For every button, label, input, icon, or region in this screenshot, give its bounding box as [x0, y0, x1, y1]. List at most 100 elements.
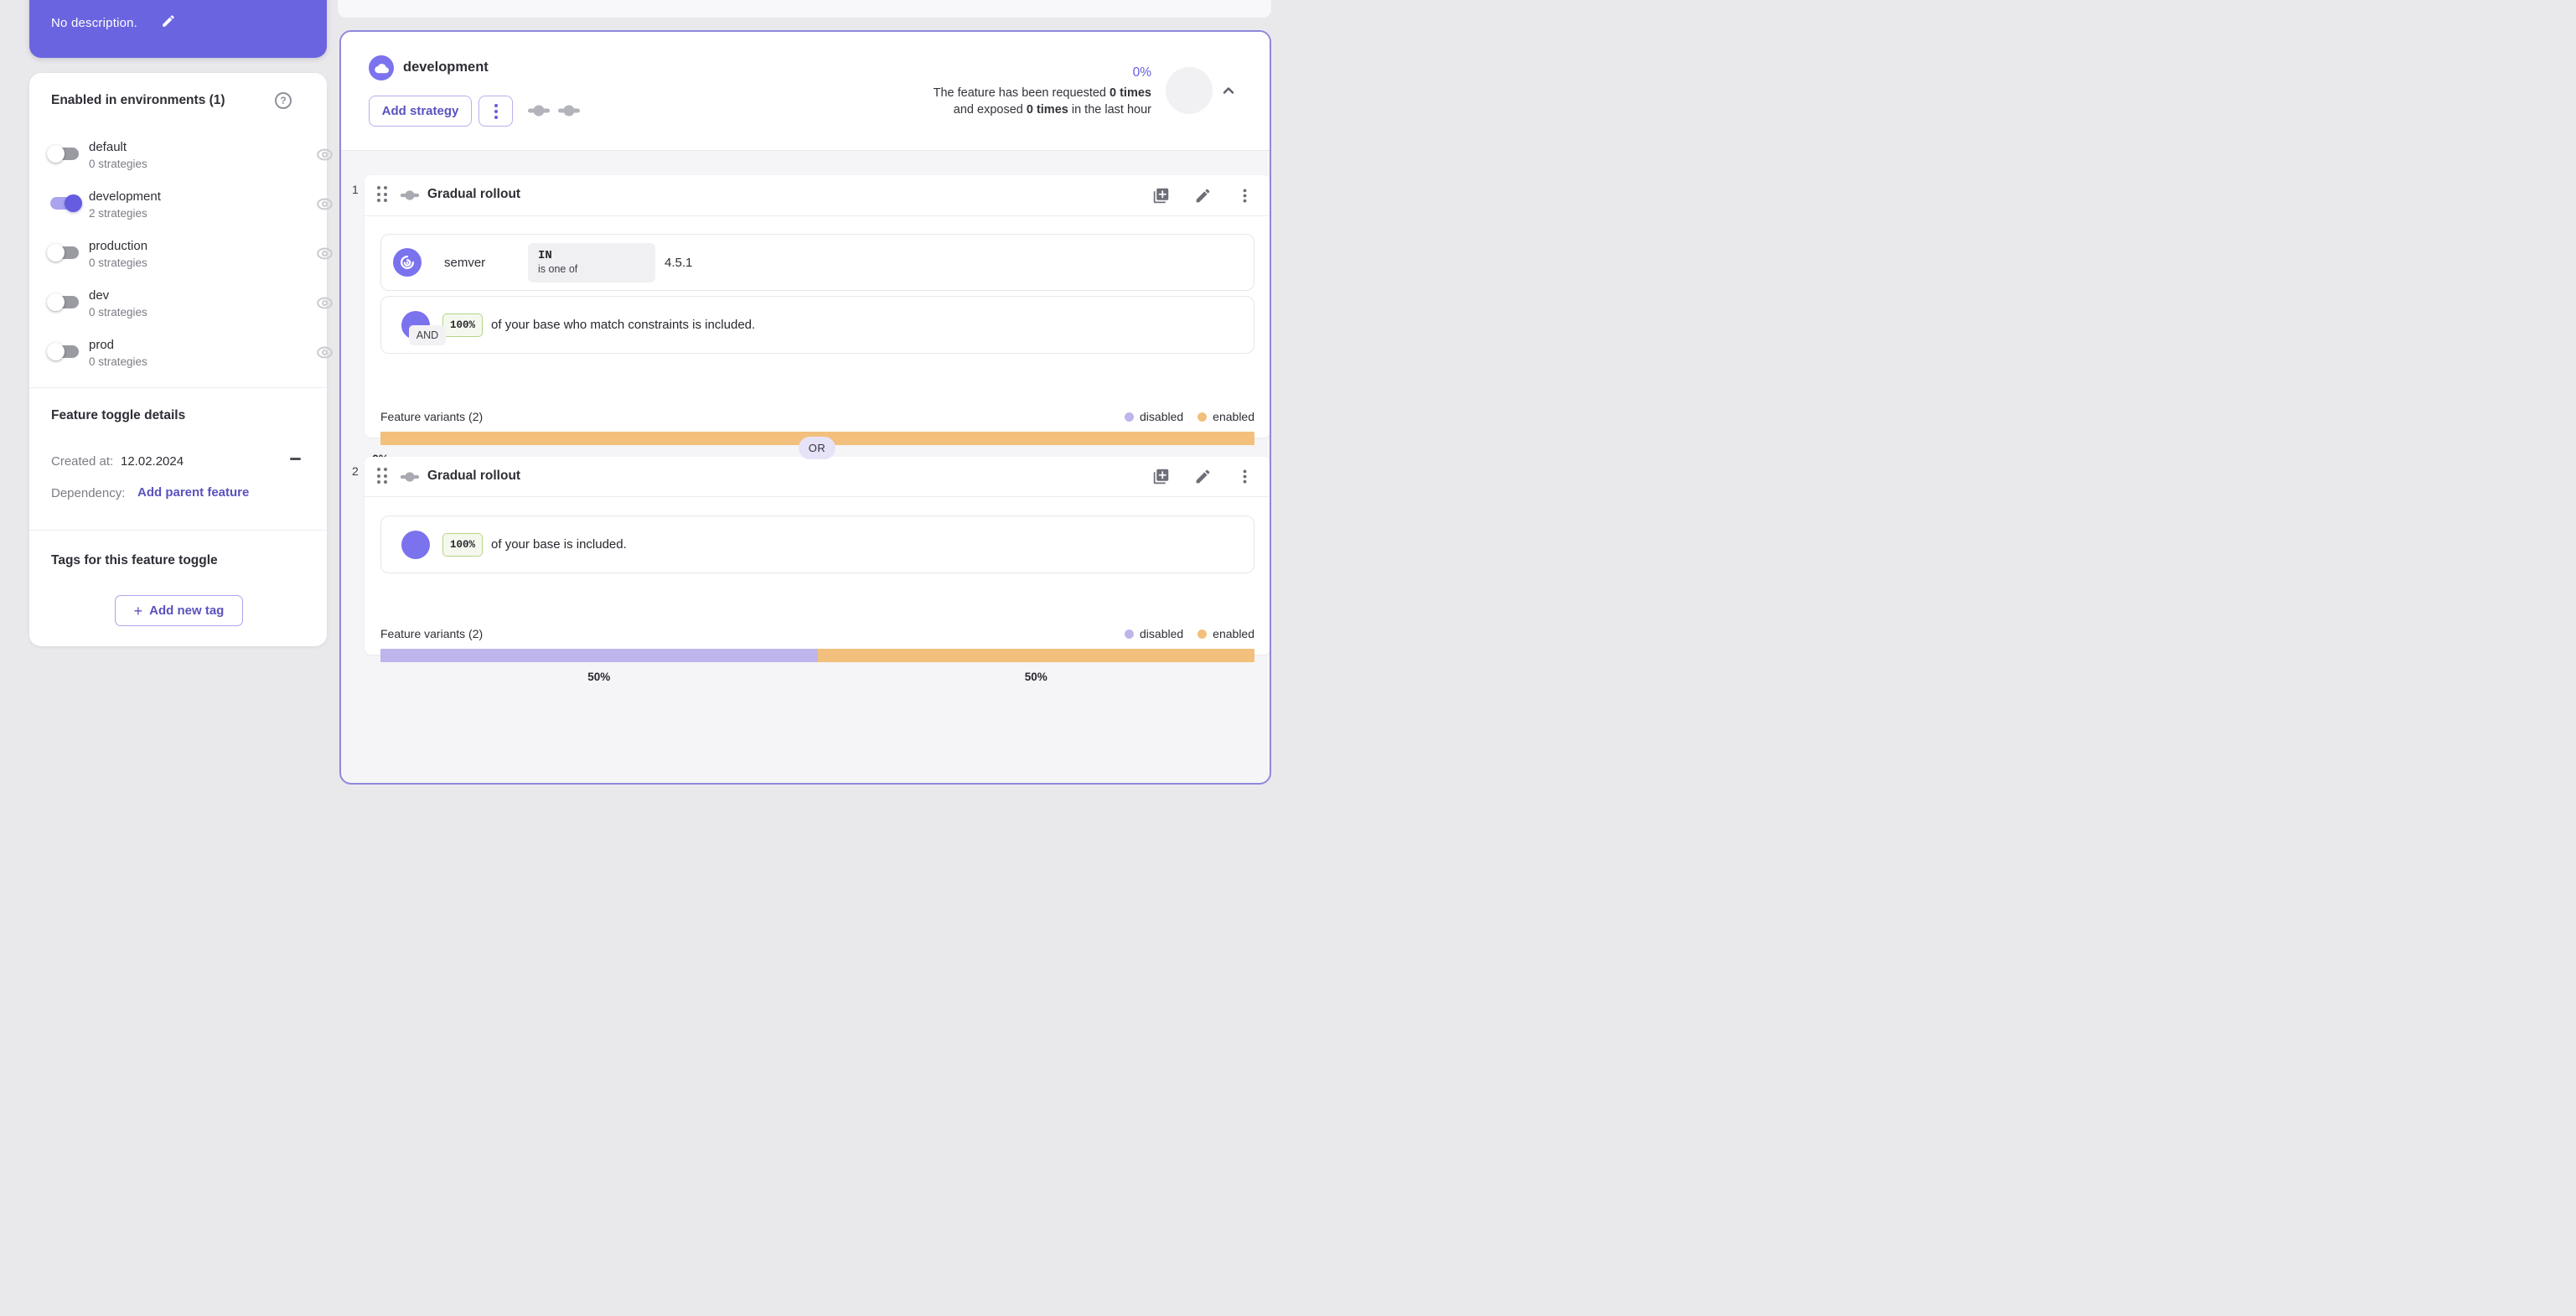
legend-item: enabled: [1197, 627, 1254, 640]
rollout-pie-icon: [401, 530, 430, 559]
strategy-index: 1: [352, 183, 359, 196]
strategy-header: Gradual rollout: [365, 457, 1270, 497]
metrics-line-2: and exposed 0 times in the last hour: [953, 103, 1151, 117]
strategy-more-actions-icon[interactable]: [1236, 468, 1254, 485]
variant-segment: [817, 649, 1254, 662]
rollout-percent-badge: 100%: [442, 313, 484, 337]
details-section-title: Feature toggle details: [51, 408, 186, 422]
environment-list: default 0 strategies development 2 strat…: [29, 132, 333, 379]
exposure-percent: 0%: [1132, 65, 1151, 80]
description-text: No description.: [51, 16, 138, 30]
description-card: No description.: [29, 0, 327, 58]
avatar: [1166, 67, 1213, 114]
add-strategy-button[interactable]: Add strategy: [369, 96, 472, 127]
eye-icon[interactable]: [317, 297, 333, 309]
environment-row: prod 0 strategies: [29, 329, 333, 379]
legend-dot-icon: [1125, 629, 1135, 639]
sidebar-panel: Enabled in environments (1) ? default 0 …: [29, 73, 333, 646]
edit-strategy-icon[interactable]: [1194, 468, 1212, 485]
variants-label: Feature variants (2): [380, 410, 484, 423]
constraint-context-field: semver: [444, 255, 486, 270]
environment-more-actions-button[interactable]: [478, 96, 513, 127]
drag-handle-icon[interactable]: [377, 186, 387, 202]
variants-header: Feature variants (2) disabled enabled: [380, 410, 1254, 423]
add-new-tag-button[interactable]: + Add new tag: [115, 595, 243, 626]
legend-dot-icon: [1125, 412, 1135, 422]
add-new-tag-label: Add new tag: [149, 604, 225, 618]
drag-handle-icon[interactable]: [377, 468, 387, 484]
environment-row: development 2 strategies: [29, 181, 333, 231]
add-parent-feature-link[interactable]: Add parent feature: [137, 485, 249, 500]
environments-section-title: Enabled in environments (1): [51, 93, 225, 107]
environment-name-title: development: [403, 60, 489, 75]
strategy-card: Gradual rollout semver IN is one of 4.5.…: [365, 175, 1270, 465]
copy-strategy-icon[interactable]: [1152, 468, 1170, 485]
environment-toggle[interactable]: [47, 145, 79, 163]
environment-row: default 0 strategies: [29, 132, 333, 181]
rollout-percent-badge: 100%: [442, 532, 484, 557]
dependency-label: Dependency:: [51, 486, 126, 500]
strategy-title: Gradual rollout: [427, 469, 521, 483]
chevron-up-icon[interactable]: [1221, 83, 1236, 98]
strategy-header: Gradual rollout: [365, 175, 1270, 216]
environment-strategy-count: 2 strategies: [89, 207, 147, 220]
environment-header: development Add strategy 0% The feature …: [341, 32, 1270, 151]
rollout-row: 100% of your base who match constraints …: [380, 296, 1254, 354]
strategy-more-actions-icon[interactable]: [1236, 187, 1254, 205]
constraint-icon: [393, 248, 422, 277]
or-separator-chip: OR: [799, 437, 835, 459]
environment-strategy-count: 0 strategies: [89, 256, 147, 269]
variant-segment-label: 50%: [587, 671, 611, 683]
add-strategy-label: Add strategy: [381, 104, 459, 118]
eye-icon[interactable]: [317, 148, 333, 161]
environment-toggle[interactable]: [47, 244, 79, 262]
variants-bar-labels: 50% 50%: [380, 671, 1254, 685]
environment-row: production 0 strategies: [29, 231, 333, 280]
legend-dot-icon: [1197, 629, 1208, 639]
edit-strategy-icon[interactable]: [1194, 187, 1212, 205]
metrics-line-1: The feature has been requested 0 times: [933, 86, 1151, 100]
environment-toggle[interactable]: [50, 194, 82, 212]
variant-segment-label: 50%: [1024, 671, 1047, 683]
copy-strategy-icon[interactable]: [1152, 187, 1170, 205]
eye-icon[interactable]: [317, 198, 333, 210]
variants-header: Feature variants (2) disabled enabled: [380, 627, 1254, 640]
environment-name: production: [89, 239, 148, 253]
environment-name: default: [89, 140, 127, 154]
eye-icon[interactable]: [317, 247, 333, 260]
gradual-rollout-icon: [400, 472, 420, 482]
rollout-description: of your base is included.: [491, 537, 627, 552]
constraint-operator: IN is one of: [528, 242, 655, 282]
variants-label: Feature variants (2): [380, 627, 484, 640]
constraint-row: semver IN is one of 4.5.1: [380, 234, 1254, 291]
cloud-environment-icon: [369, 55, 394, 80]
and-chip: AND: [409, 325, 446, 345]
environment-name: dev: [89, 288, 110, 303]
plus-icon: +: [133, 602, 143, 619]
edit-description-icon[interactable]: [161, 13, 176, 28]
environment-toggle[interactable]: [47, 293, 79, 311]
legend-item: disabled: [1125, 627, 1183, 640]
eye-icon[interactable]: [317, 346, 333, 359]
variants-legend: disabled enabled: [1125, 410, 1254, 423]
strategy-index: 2: [352, 464, 359, 478]
divider: [29, 387, 327, 388]
legend-item: disabled: [1125, 410, 1183, 423]
help-icon[interactable]: ?: [275, 92, 292, 109]
strategy-title: Gradual rollout: [427, 187, 521, 201]
divider: [29, 530, 327, 531]
environment-name: development: [89, 189, 161, 204]
tags-section-title: Tags for this feature toggle: [51, 553, 218, 567]
variants-bar: [380, 649, 1254, 662]
rollout-row: 100% of your base is included.: [380, 516, 1254, 573]
strategy-card: Gradual rollout 100% of your base is inc…: [365, 457, 1270, 683]
created-at-value: 12.02.2024: [121, 454, 184, 469]
gradual-rollout-icon: [400, 190, 420, 200]
previous-card-bottom-strip: [338, 0, 1271, 18]
environment-row: dev 0 strategies: [29, 280, 333, 329]
constraint-values: 4.5.1: [665, 255, 693, 270]
variant-segment: [380, 649, 818, 662]
minus-icon[interactable]: [290, 458, 301, 460]
environment-toggle[interactable]: [47, 343, 79, 360]
created-at-label: Created at:: [51, 454, 114, 469]
